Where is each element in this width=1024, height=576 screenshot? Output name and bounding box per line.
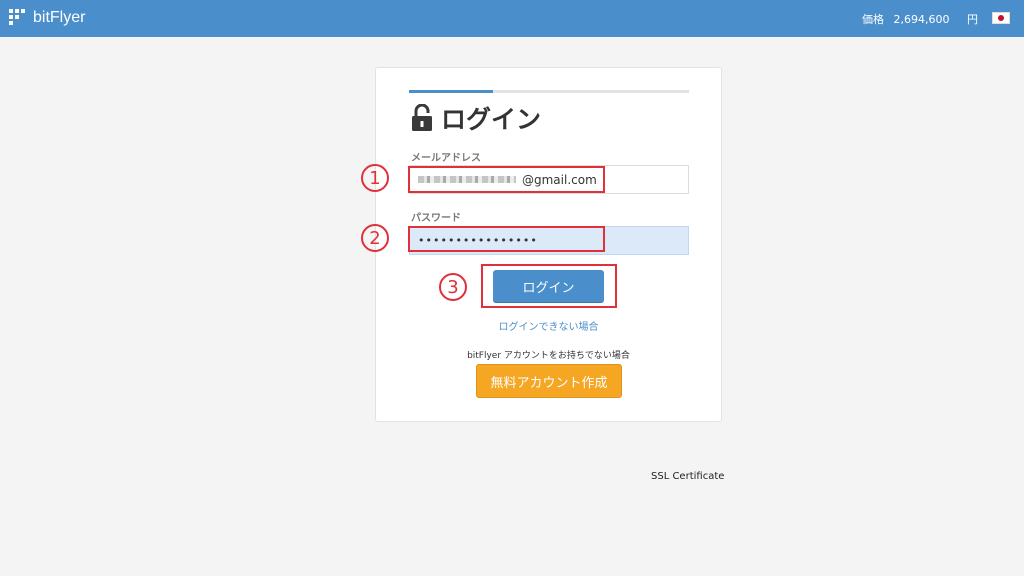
forgot-login-link[interactable]: ログインできない場合 bbox=[375, 318, 722, 333]
progress-bar-fill bbox=[409, 90, 493, 93]
title-row: ログイン bbox=[411, 103, 542, 134]
top-bar: bitFlyer 価格 2,694,600 円 bbox=[0, 0, 1024, 37]
annotation-step-3: 3 bbox=[439, 273, 467, 301]
page-title: ログイン bbox=[441, 105, 542, 134]
japan-flag-icon[interactable] bbox=[992, 12, 1010, 24]
lock-open-icon bbox=[412, 104, 432, 131]
password-label: パスワード bbox=[411, 213, 461, 224]
progress-bar bbox=[409, 90, 689, 93]
no-account-text: bitFlyer アカウントをお持ちでない場合 bbox=[467, 351, 630, 361]
annotation-box-email bbox=[408, 166, 605, 193]
login-button[interactable]: ログイン bbox=[493, 270, 604, 302]
price-label: 価格 bbox=[862, 13, 885, 26]
price-display: 価格 2,694,600 円 bbox=[862, 11, 978, 27]
logo-text: bitFlyer bbox=[33, 9, 86, 26]
bitflyer-logo-icon bbox=[9, 9, 27, 27]
ssl-certificate-link[interactable]: SSL Certificate bbox=[651, 471, 724, 482]
price-unit: 円 bbox=[967, 13, 978, 26]
annotation-step-1: 1 bbox=[361, 164, 389, 192]
email-label: メールアドレス bbox=[411, 153, 481, 164]
price-value: 2,694,600 bbox=[893, 13, 950, 26]
annotation-step-2: 2 bbox=[361, 224, 389, 252]
annotation-box-password bbox=[408, 226, 605, 252]
bitflyer-logo[interactable]: bitFlyer bbox=[9, 9, 85, 27]
signup-button[interactable]: 無料アカウント作成 bbox=[476, 364, 622, 398]
